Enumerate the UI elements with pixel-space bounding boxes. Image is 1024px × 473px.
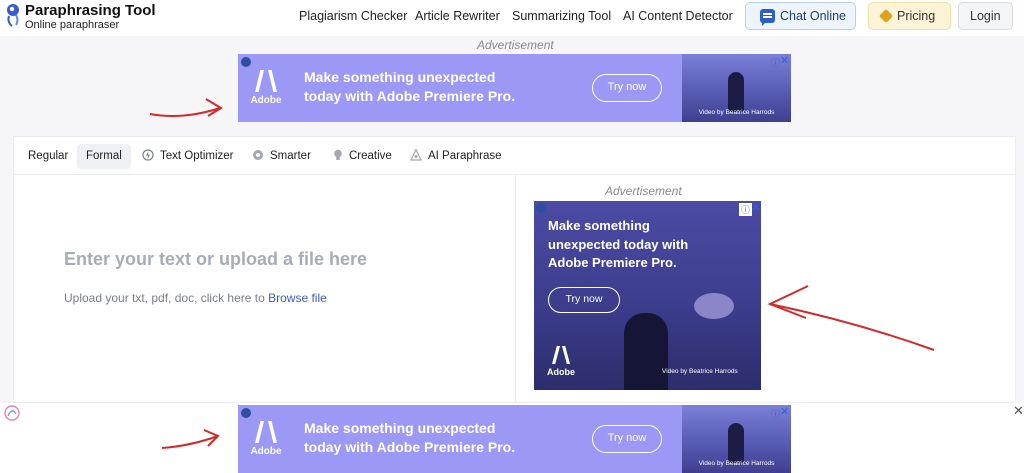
strip-close-icon[interactable]: ✕: [1013, 403, 1024, 419]
nav-summarizing-tool[interactable]: Summarizing Tool: [512, 9, 611, 23]
ad-badge-icon[interactable]: [241, 408, 251, 418]
close-icon[interactable]: ✕: [780, 54, 789, 67]
ad-credit: Video by Beatrice Harrods: [698, 109, 775, 116]
ad-headline: Make something unexpected today with Ado…: [304, 419, 554, 457]
ad-person-figure: [728, 423, 744, 463]
adobe-logo: Adobe: [250, 70, 282, 110]
ai-robot-icon: [410, 149, 422, 161]
nav-ai-content-detector[interactable]: AI Content Detector: [623, 9, 733, 23]
close-icon[interactable]: ✕: [751, 201, 760, 214]
tab-formal[interactable]: Formal: [77, 144, 131, 169]
ad-headline-line1: Make something unexpected: [304, 420, 496, 436]
browse-file-link[interactable]: Browse file: [268, 291, 327, 305]
mode-tabs: Regular Formal Text Optimizer Smarter Cr…: [14, 137, 1015, 175]
info-icon[interactable]: ⓘ: [771, 56, 780, 69]
ad-headline: Make something unexpected today with Ado…: [304, 68, 554, 106]
chat-online-button[interactable]: Chat Online: [745, 2, 856, 30]
adobe-brand-text: Adobe: [250, 95, 282, 106]
upload-instructions: Upload your txt, pdf, doc, click here to…: [64, 291, 327, 305]
adobe-brand-text: Adobe: [547, 367, 575, 377]
upload-text: Upload your txt, pdf, doc, click here to: [64, 291, 265, 305]
site-header: Paraphrasing Tool Online paraphraser Pla…: [0, 0, 1024, 36]
paraphraser-card: Regular Formal Text Optimizer Smarter Cr…: [13, 136, 1016, 403]
ad-person-figure: [624, 313, 668, 390]
chat-icon: [760, 9, 775, 26]
chat-online-label: Chat Online: [780, 9, 847, 23]
adobe-logo-icon: [550, 346, 572, 364]
lightning-icon: [142, 149, 154, 161]
ad-label-top: Advertisement: [477, 38, 554, 52]
ad-badge-icon[interactable]: [241, 57, 251, 67]
pricing-label: Pricing: [897, 9, 936, 23]
ad-planet: [694, 293, 734, 319]
login-label: Login: [970, 9, 1001, 23]
ad-box-headline: Make something unexpected today with Ado…: [548, 218, 689, 270]
annotation-arrow-bottom: [161, 429, 220, 449]
nav-plagiarism-checker[interactable]: Plagiarism Checker: [299, 9, 407, 23]
tag-icon: [878, 8, 894, 24]
ad-box-side[interactable]: Make something unexpected today with Ado…: [534, 201, 761, 390]
ad-label-side: Advertisement: [605, 184, 682, 198]
adobe-logo: Adobe: [546, 346, 576, 377]
login-button[interactable]: Login: [958, 2, 1013, 30]
logo-icon[interactable]: [4, 2, 24, 28]
ad-headline-line2: today with Adobe Premiere Pro.: [304, 439, 516, 455]
editor-divider: [515, 175, 516, 403]
tab-creative[interactable]: Creative: [349, 144, 392, 169]
pricing-button[interactable]: Pricing: [868, 2, 951, 30]
logo-subtitle: Online paraphraser: [25, 19, 120, 31]
adobe-logo-icon: [253, 70, 279, 92]
ad-headline-line1: Make something unexpected: [304, 69, 496, 85]
gear-icon: [253, 150, 263, 160]
ad-headline-line2: today with Adobe Premiere Pro.: [304, 88, 516, 104]
ad-try-now-button[interactable]: Try now: [592, 74, 662, 102]
annotation-arrow-top: [149, 98, 223, 117]
ad-credit: Video by Beatrice Harrods: [698, 460, 775, 467]
ad-credit: Video by Beatrice Harrods: [662, 368, 738, 375]
assistant-icon[interactable]: [3, 404, 21, 422]
logo-title[interactable]: Paraphrasing Tool: [25, 2, 156, 19]
lightbulb-icon: [334, 149, 342, 160]
adobe-logo: Adobe: [250, 421, 282, 461]
ad-try-now-button[interactable]: Try now: [592, 425, 662, 453]
info-icon[interactable]: ⓘ: [771, 407, 780, 420]
ad-person-figure: [728, 72, 744, 112]
adobe-brand-text: Adobe: [250, 446, 282, 457]
ad-box-try-now-button[interactable]: Try now: [548, 287, 620, 313]
ad-banner-bottom[interactable]: Adobe Make something unexpected today wi…: [238, 405, 791, 473]
adobe-logo-icon: [253, 421, 279, 443]
tab-regular[interactable]: Regular: [28, 144, 68, 169]
tab-ai-paraphrase[interactable]: AI Paraphrase: [428, 144, 502, 169]
ad-badge-icon[interactable]: [536, 203, 546, 213]
tab-smarter[interactable]: Smarter: [270, 144, 311, 169]
nav-article-rewriter[interactable]: Article Rewriter: [415, 9, 500, 23]
annotation-arrow-side: [767, 285, 935, 351]
tab-text-optimizer[interactable]: Text Optimizer: [160, 144, 234, 169]
close-icon[interactable]: ✕: [780, 405, 789, 418]
ad-banner-top[interactable]: Adobe Make something unexpected today wi…: [238, 54, 791, 122]
editor-placeholder[interactable]: Enter your text or upload a file here: [64, 249, 367, 270]
